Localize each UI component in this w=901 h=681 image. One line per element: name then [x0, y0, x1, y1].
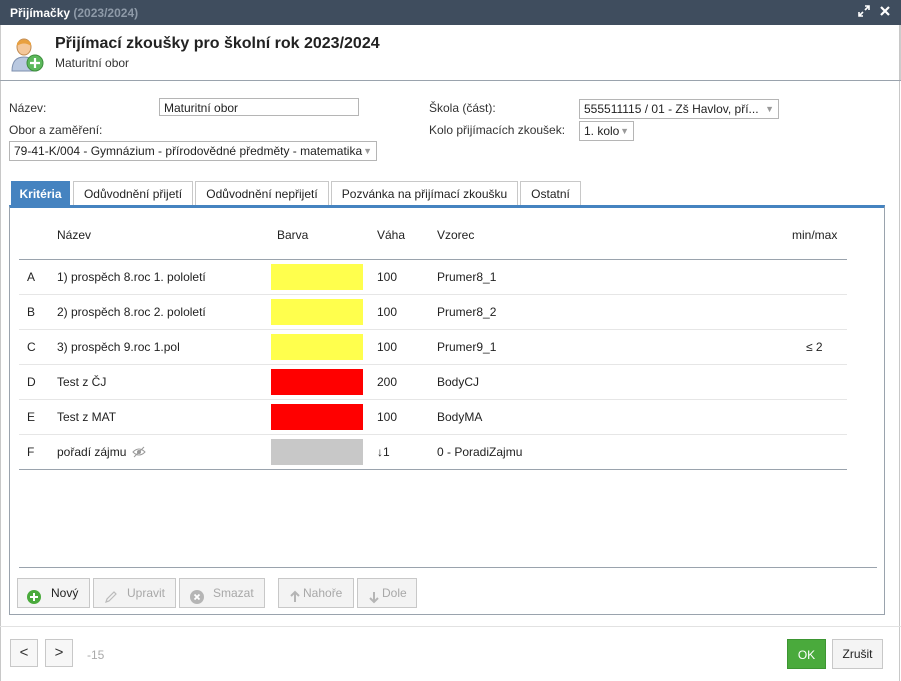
move-up-button-label: Nahoře: [303, 586, 343, 600]
move-down-button-label: Dole: [382, 586, 407, 600]
add-icon: [27, 586, 41, 604]
arrow-down-icon: [368, 586, 382, 604]
skola-select-value: 555511115 / 01 - Zš Havlov, pří...: [584, 102, 759, 116]
window-title: Přijímačky (2023/2024): [10, 6, 138, 20]
edit-button-label: Upravit: [127, 586, 166, 600]
row-name: pořadí zájmu: [57, 445, 127, 459]
color-swatch: [271, 334, 363, 360]
row-formula: 0 - PoradiZajmu: [437, 445, 523, 459]
chevron-down-icon: ▼: [363, 146, 372, 156]
expand-icon[interactable]: [858, 5, 870, 20]
color-swatch: [271, 264, 363, 290]
edit-button[interactable]: Upravit: [93, 578, 176, 608]
row-minmax: ≤ 2: [806, 340, 823, 354]
window-titlebar: Přijímačky (2023/2024): [0, 0, 901, 25]
row-formula: BodyMA: [437, 410, 483, 424]
move-down-button[interactable]: Dole: [357, 578, 417, 608]
obor-select-value: 79-41-K/004 - Gymnázium - přírodovědné p…: [14, 144, 363, 158]
kolo-select-value: 1. kolo: [584, 124, 620, 138]
record-counter: -15: [87, 648, 105, 662]
table-row[interactable]: B 2) prospěch 8.roc 2. pololetí 100 Prum…: [19, 295, 847, 330]
previous-button[interactable]: <: [10, 639, 38, 667]
column-header-barva[interactable]: Barva: [277, 228, 308, 242]
chevron-down-icon: ▼: [620, 126, 629, 136]
row-formula: Prumer9_1: [437, 340, 497, 354]
row-formula: Prumer8_1: [437, 270, 497, 284]
row-code: B: [27, 305, 36, 319]
kolo-select[interactable]: 1. kolo ▼: [579, 121, 634, 141]
row-name: 3) prospěch 9.roc 1.pol: [57, 340, 180, 354]
tab-kriteria[interactable]: Kritéria: [11, 181, 70, 205]
table-row[interactable]: A 1) prospěch 8.roc 1. pololetí 100 Prum…: [19, 260, 847, 295]
row-code: A: [27, 270, 36, 284]
row-name: 1) prospěch 8.roc 1. pololetí: [57, 270, 206, 284]
table-bottom-divider: [19, 469, 847, 470]
column-header-minmax[interactable]: min/max: [792, 228, 837, 242]
nazev-input[interactable]: Maturitní obor: [159, 98, 359, 116]
eye-slash-icon: [132, 446, 146, 461]
close-icon[interactable]: [879, 5, 891, 20]
row-weight: 200: [377, 375, 398, 389]
column-header-vzorec[interactable]: Vzorec: [437, 228, 474, 242]
window-border-left: [0, 25, 1, 681]
skola-label: Škola (část):: [429, 101, 496, 115]
pencil-icon: [104, 586, 118, 603]
row-name: Test z MAT: [57, 410, 117, 424]
kolo-label: Kolo přijímacích zkoušek:: [429, 123, 566, 137]
table-row[interactable]: E Test z MAT 100 BodyMA: [19, 400, 847, 435]
next-button[interactable]: >: [45, 639, 73, 667]
delete-button[interactable]: Smazat: [179, 578, 265, 608]
toolbar-divider: [19, 567, 877, 568]
new-button-label: Nový: [51, 586, 79, 600]
window-title-text: Přijímačky: [10, 6, 71, 20]
row-name: Test z ČJ: [57, 375, 107, 389]
row-weight: 100: [377, 270, 398, 284]
page-subtitle: Maturitní obor: [55, 56, 130, 70]
row-name: 2) prospěch 8.roc 2. pololetí: [57, 305, 206, 319]
table-row[interactable]: D Test z ČJ 200 BodyCJ: [19, 365, 847, 400]
chevron-down-icon: ▼: [765, 104, 774, 114]
page-title: Přijímací zkoušky pro školní rok 2023/20…: [55, 35, 380, 52]
obor-label: Obor a zaměření:: [9, 123, 103, 137]
row-code: F: [27, 445, 35, 459]
window-title-year: (2023/2024): [73, 6, 139, 20]
row-weight: 100: [377, 305, 398, 319]
ok-button[interactable]: OK: [787, 639, 826, 669]
color-swatch: [271, 299, 363, 325]
row-weight: ↓1: [377, 445, 390, 459]
arrow-up-icon: [289, 586, 303, 602]
delete-button-label: Smazat: [213, 586, 254, 600]
nazev-label: Název:: [9, 101, 47, 115]
new-button[interactable]: Nový: [17, 578, 90, 608]
move-up-button[interactable]: Nahoře: [278, 578, 354, 608]
row-code: E: [27, 410, 36, 424]
row-code: C: [27, 340, 36, 354]
color-swatch: [271, 369, 363, 395]
obor-select[interactable]: 79-41-K/004 - Gymnázium - přírodovědné p…: [9, 141, 377, 161]
column-header-vaha[interactable]: Váha: [377, 228, 405, 242]
dialog-header: Přijímací zkoušky pro školní rok 2023/20…: [0, 25, 901, 80]
skola-select[interactable]: 555511115 / 01 - Zš Havlov, pří... ▼: [579, 99, 779, 119]
tab-ostatni[interactable]: Ostatní: [520, 181, 581, 205]
delete-icon: [190, 586, 204, 604]
tab-oduvodneni-neprijeti[interactable]: Odůvodnění nepřijetí: [195, 181, 329, 205]
row-formula: Prumer8_2: [437, 305, 497, 319]
footer-divider: [0, 626, 901, 627]
table-row[interactable]: C 3) prospěch 9.roc 1.pol 100 Prumer9_1 …: [19, 330, 847, 365]
tab-pozvanka[interactable]: Pozvánka na přijímací zkoušku: [331, 181, 518, 205]
window-border-right: [899, 25, 900, 681]
color-swatch: [271, 404, 363, 430]
column-header-nazev[interactable]: Název: [57, 228, 91, 242]
header-divider: [0, 80, 901, 81]
add-user-icon: [11, 38, 44, 72]
cancel-button[interactable]: Zrušit: [832, 639, 883, 669]
row-formula: BodyCJ: [437, 375, 480, 389]
color-swatch: [271, 439, 363, 465]
row-weight: 100: [377, 410, 398, 424]
table-row[interactable]: F pořadí zájmu ↓1 0 - PoradiZajmu: [19, 435, 847, 470]
tab-oduvodneni-prijeti[interactable]: Odůvodnění přijetí: [73, 181, 193, 205]
row-code: D: [27, 375, 36, 389]
row-weight: 100: [377, 340, 398, 354]
